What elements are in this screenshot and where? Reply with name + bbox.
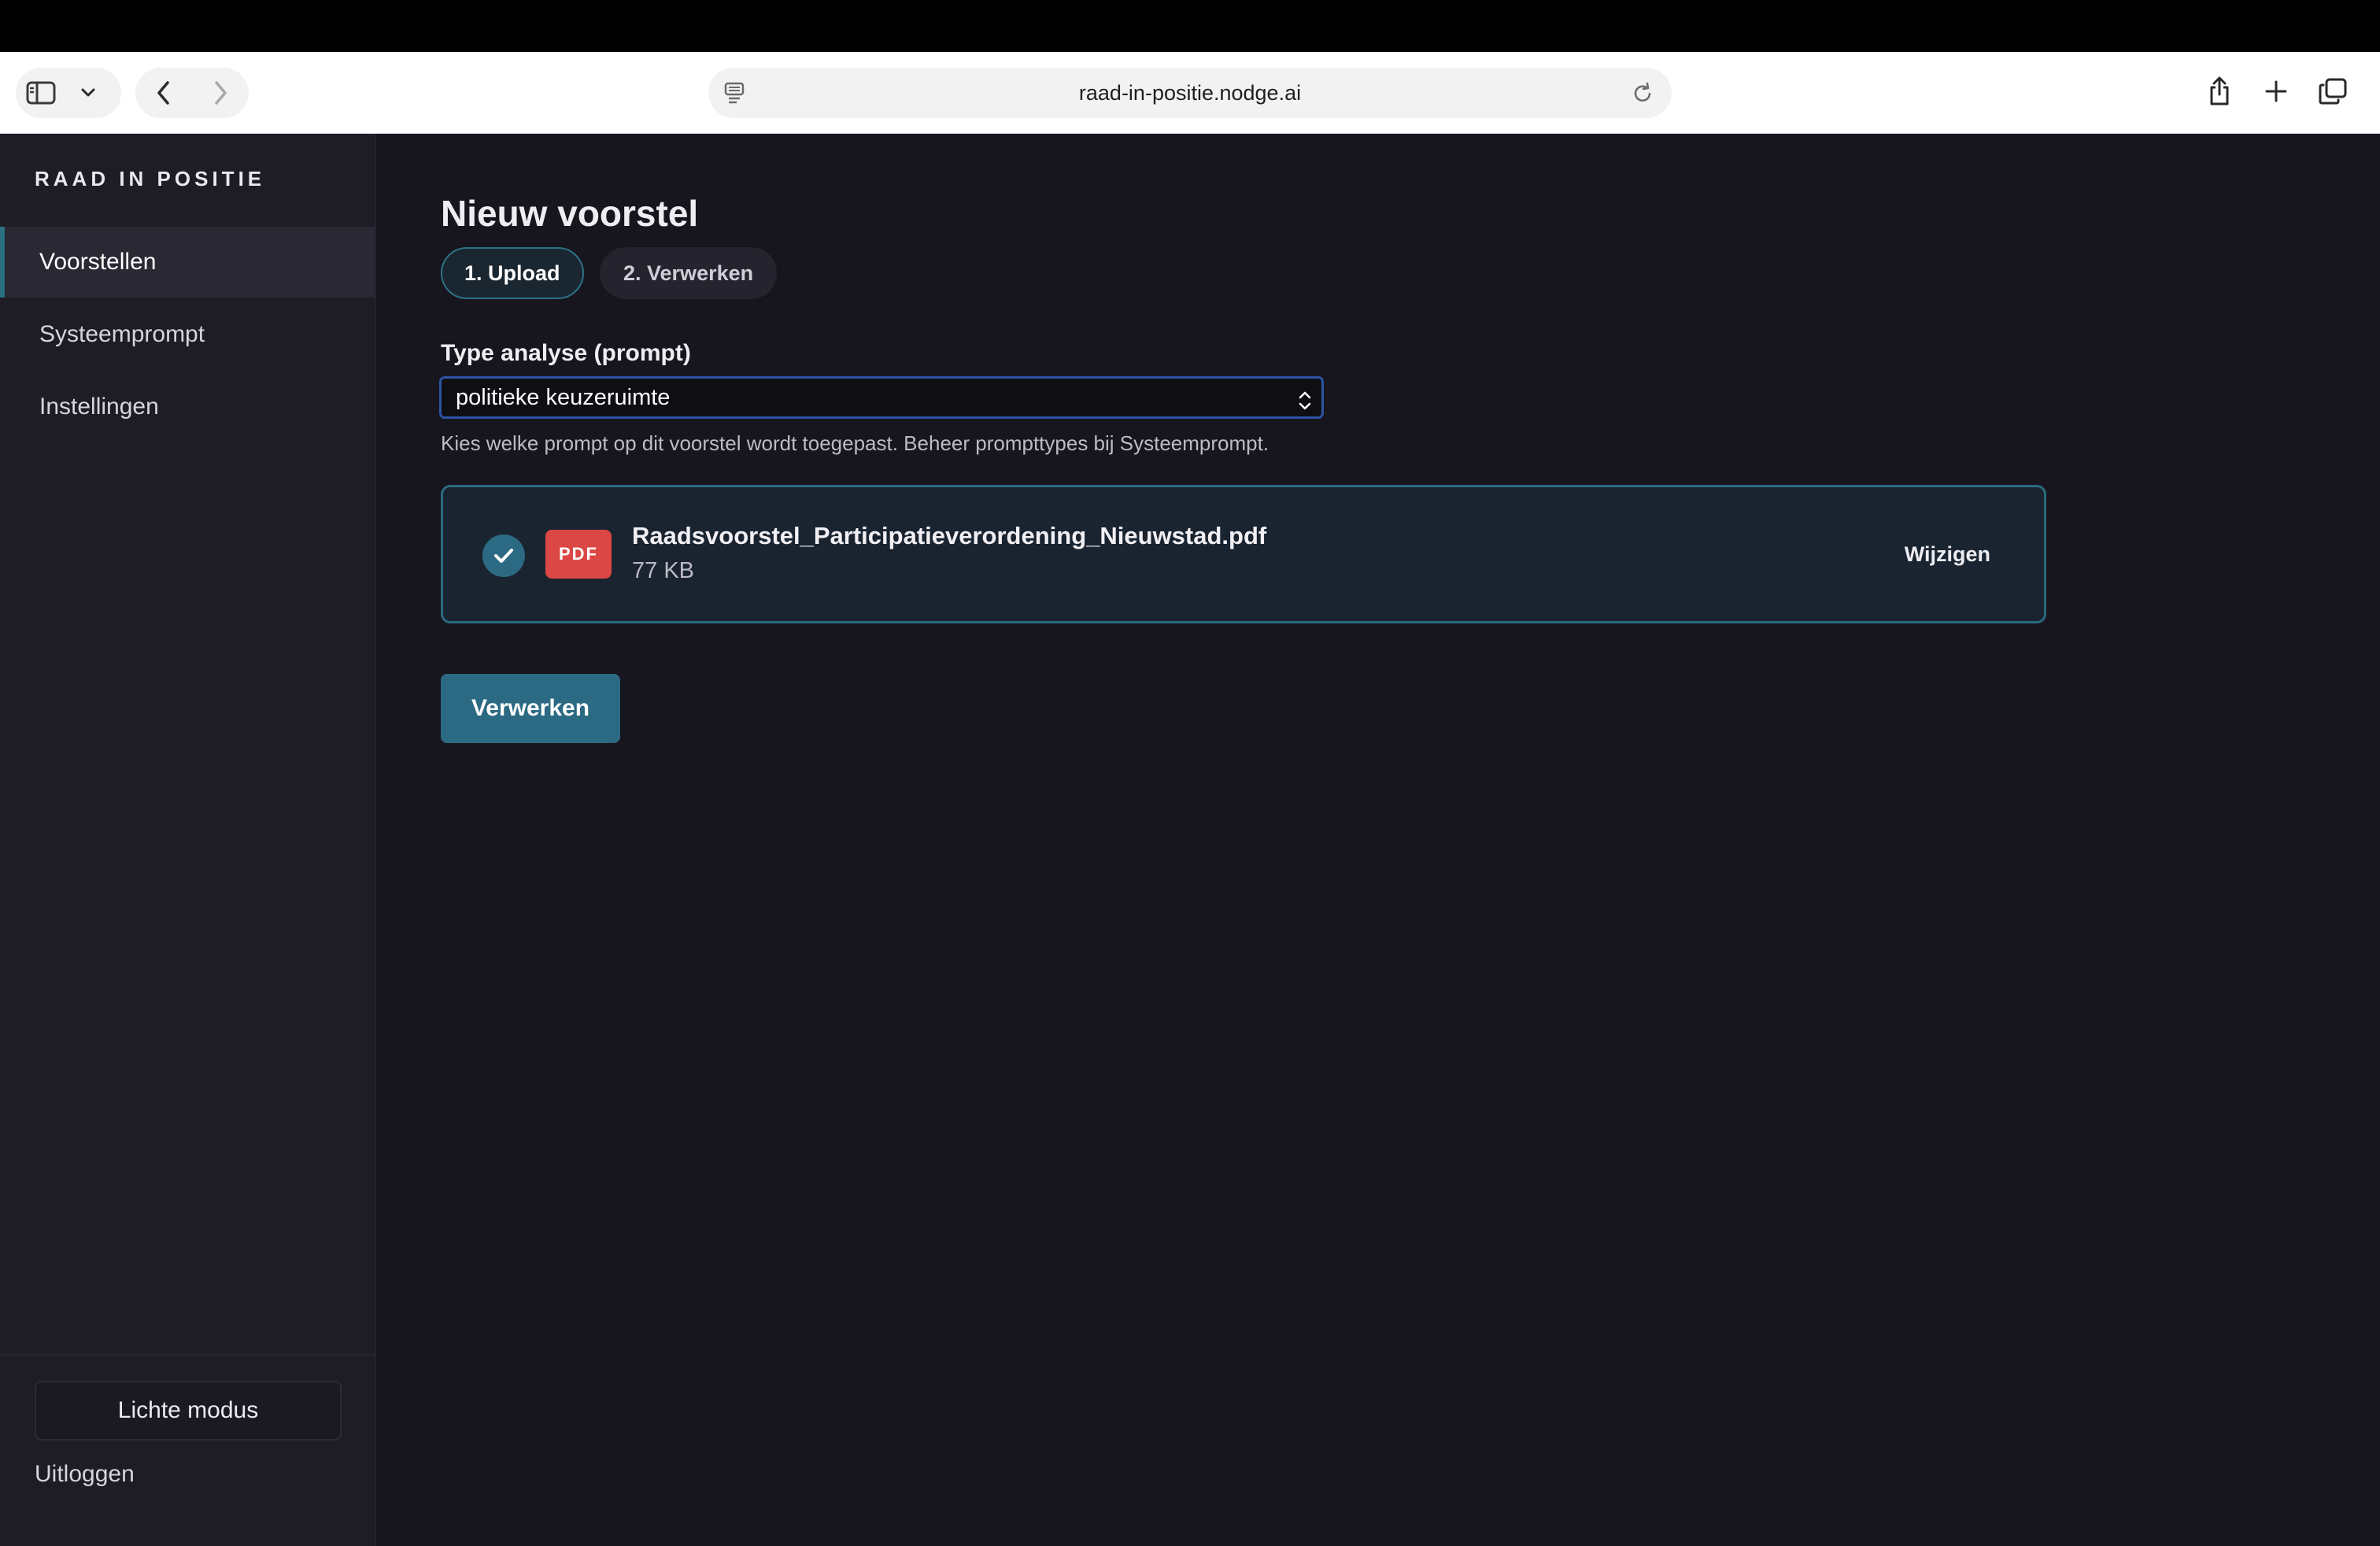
sidebar-item-systeemprompt[interactable]: Systeemprompt (0, 299, 375, 370)
page-title: Nieuw voorstel (441, 193, 699, 234)
prompt-type-label: Type analyse (prompt) (441, 340, 691, 366)
sidebar-item-voorstellen[interactable]: Voorstellen (0, 227, 375, 298)
logout-link[interactable]: Uitloggen (35, 1461, 135, 1488)
tab-group-menu-button[interactable] (66, 68, 110, 118)
tab-overview-button[interactable] (2308, 68, 2358, 118)
tabs-overview-icon (2318, 77, 2348, 109)
sidebar-item-instellingen[interactable]: Instellingen (0, 372, 375, 442)
pdf-file-icon: PDF (545, 530, 612, 579)
new-tab-button[interactable] (2251, 68, 2301, 118)
share-button[interactable] (2194, 68, 2245, 118)
chevron-down-icon (80, 87, 96, 98)
prompt-type-value: politieke keuzeruimte (456, 385, 671, 410)
app: RAAD IN POSITIE Voorstellen Systeempromp… (0, 134, 2380, 1546)
history-nav-group (135, 68, 249, 118)
address-bar[interactable]: raad-in-positie.nodge.ai (708, 68, 1672, 118)
url-text: raad-in-positie.nodge.ai (1078, 81, 1302, 105)
system-menu-bar (0, 0, 2380, 52)
select-chevrons-icon (1296, 386, 1314, 424)
sidebar-toggle-group (16, 68, 121, 118)
step-verwerken[interactable]: 2. Verwerken (600, 247, 778, 299)
uploaded-file-card: PDF Raadsvoorstel_Participatieverordenin… (441, 485, 2046, 623)
share-icon (2207, 76, 2232, 111)
step-upload[interactable]: 1. Upload (441, 247, 584, 299)
brand-logo: RAAD IN POSITIE (35, 167, 266, 190)
browser-toolbar: raad-in-positie.nodge.ai (0, 52, 2380, 134)
sidebar-toggle-icon (26, 81, 56, 105)
back-icon (156, 80, 172, 105)
change-file-button[interactable]: Wijzigen (1892, 533, 2003, 576)
checkmark-icon (482, 534, 525, 577)
prompt-type-helper-text: Kies welke prompt op dit voorstel wordt … (441, 431, 1269, 455)
sidebar-divider (0, 1354, 375, 1356)
process-button[interactable]: Verwerken (441, 674, 620, 743)
file-name: Raadsvoorstel_Participatieverordening_Ni… (632, 522, 1267, 549)
forward-icon (213, 80, 228, 105)
sidebar-toggle-button[interactable] (16, 68, 66, 118)
reload-icon[interactable] (1631, 80, 1654, 109)
new-tab-icon (2264, 80, 2288, 107)
back-button[interactable] (135, 68, 192, 118)
sidebar: RAAD IN POSITIE Voorstellen Systeempromp… (0, 134, 376, 1546)
prompt-type-select[interactable]: politieke keuzeruimte (439, 376, 1324, 419)
forward-button[interactable] (192, 68, 249, 118)
file-size: 77 KB (632, 558, 694, 583)
light-mode-button[interactable]: Lichte modus (35, 1381, 342, 1441)
